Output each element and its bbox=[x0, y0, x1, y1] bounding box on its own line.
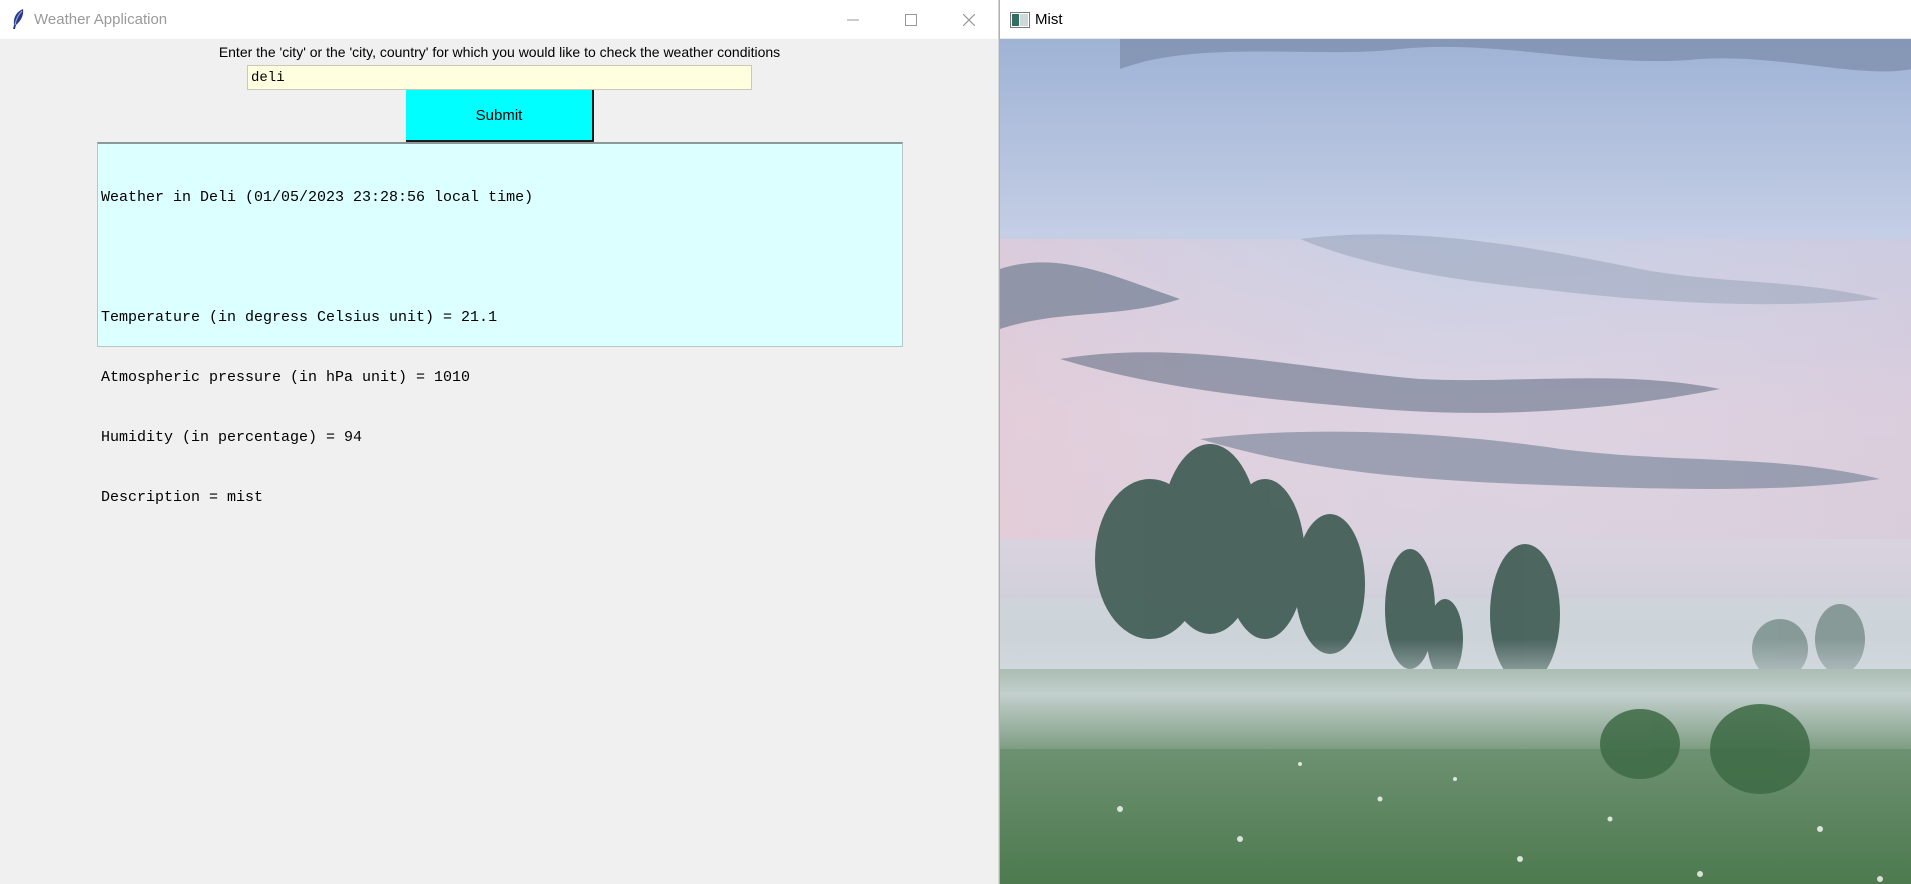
mist-titlebar[interactable]: Mist bbox=[1000, 0, 1911, 39]
output-line: Atmospheric pressure (in hPa unit) = 101… bbox=[101, 369, 471, 386]
city-prompt-label: Enter the 'city' or the 'city, country' … bbox=[218, 44, 781, 60]
mist-window: Mist bbox=[999, 0, 1911, 884]
output-line: Temperature (in degress Celsius unit) = … bbox=[101, 309, 498, 326]
weather-app-window: Weather Application Enter the 'city' or … bbox=[0, 0, 999, 884]
weather-output-text[interactable]: Weather in Deli (01/05/2023 23:28:56 loc… bbox=[97, 142, 903, 506]
output-line: Humidity (in percentage) = 94 bbox=[101, 429, 363, 446]
output-line: Description = mist bbox=[101, 489, 264, 506]
weather-app-titlebar[interactable]: Weather Application bbox=[0, 0, 998, 39]
misty-meadow-photo bbox=[1000, 39, 1911, 884]
mist-window-title: Mist bbox=[1035, 11, 1063, 28]
minimize-icon bbox=[847, 14, 859, 26]
maximize-icon bbox=[905, 13, 917, 26]
close-icon bbox=[963, 13, 975, 26]
window-app-icon bbox=[1010, 12, 1030, 28]
feather-icon bbox=[10, 8, 26, 30]
submit-button[interactable]: Submit bbox=[406, 90, 594, 142]
window-title: Weather Application bbox=[34, 11, 168, 28]
city-input[interactable] bbox=[247, 65, 752, 90]
minimize-button[interactable] bbox=[824, 0, 882, 39]
output-line: Weather in Deli (01/05/2023 23:28:56 loc… bbox=[101, 189, 534, 206]
close-button[interactable] bbox=[940, 0, 998, 39]
maximize-button[interactable] bbox=[882, 0, 940, 39]
